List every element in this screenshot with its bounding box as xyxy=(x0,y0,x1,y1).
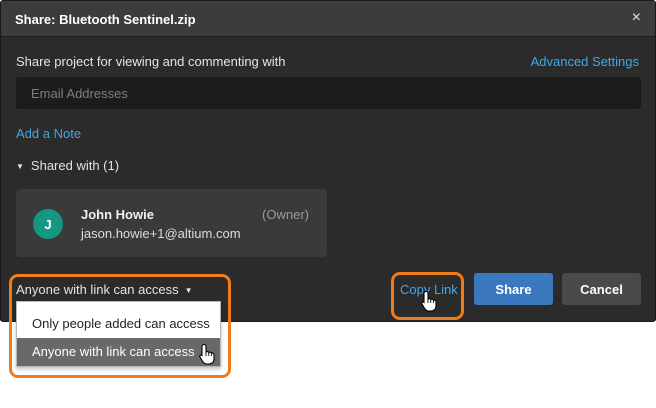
shared-with-toggle[interactable]: ▼ Shared with (1) xyxy=(16,158,119,173)
shared-with-label: Shared with (1) xyxy=(30,158,120,173)
dialog-title: Share: Bluetooth Sentinel.zip xyxy=(15,12,196,27)
copy-link-button[interactable]: Copy Link xyxy=(400,282,458,297)
share-dialog: Share: Bluetooth Sentinel.zip × Share pr… xyxy=(0,0,656,322)
user-email: jason.howie+1@altium.com xyxy=(81,226,241,241)
shared-user-card: J John Howie jason.howie+1@altium.com (O… xyxy=(16,189,327,257)
email-addresses-input[interactable] xyxy=(16,77,641,109)
link-access-dropdown: Only people added can access Anyone with… xyxy=(16,301,221,367)
user-role: (Owner) xyxy=(262,207,309,222)
avatar: J xyxy=(33,209,63,239)
link-access-select[interactable]: Anyone with link can access ▼ xyxy=(16,282,193,297)
caret-down-icon: ▼ xyxy=(16,162,24,171)
share-description: Share project for viewing and commenting… xyxy=(16,54,286,69)
dropdown-option-anyone-with-link[interactable]: Anyone with link can access xyxy=(17,338,220,366)
cancel-button[interactable]: Cancel xyxy=(562,273,641,305)
close-icon[interactable]: × xyxy=(632,9,641,27)
share-button[interactable]: Share xyxy=(474,273,553,305)
caret-down-icon: ▼ xyxy=(184,286,193,295)
add-note-link[interactable]: Add a Note xyxy=(16,126,81,141)
user-name: John Howie xyxy=(81,207,154,222)
dropdown-option-only-people-added[interactable]: Only people added can access xyxy=(17,310,220,338)
dialog-titlebar: Share: Bluetooth Sentinel.zip × xyxy=(1,1,655,37)
link-access-value: Anyone with link can access xyxy=(16,282,179,297)
advanced-settings-link[interactable]: Advanced Settings xyxy=(531,54,639,69)
